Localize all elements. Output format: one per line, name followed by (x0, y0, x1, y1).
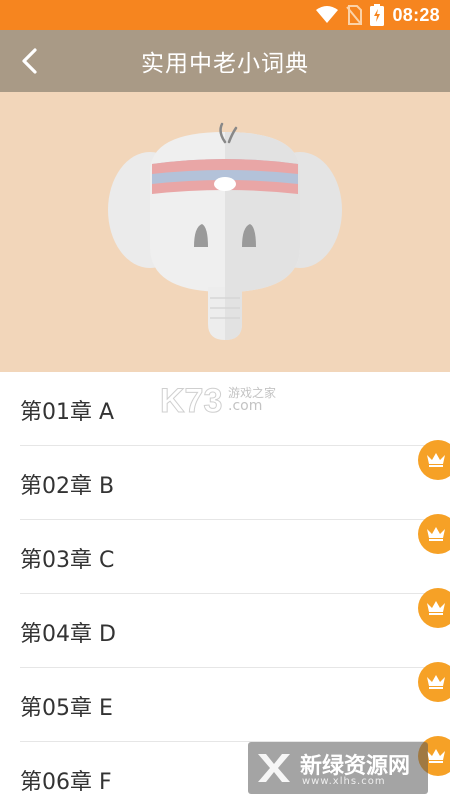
list-item[interactable]: 第02章 B (0, 446, 450, 520)
xinlv-watermark: 新绿资源网 www.xlhs.com (248, 742, 428, 794)
status-bar: 08:28 (0, 0, 450, 30)
k73-watermark: K73 (159, 382, 223, 421)
k73-watermark-domain: .com (228, 398, 263, 414)
list-item[interactable]: 第01章 A (0, 372, 450, 446)
chapter-label: 第01章 A (20, 400, 115, 425)
chapter-label: 第06章 F (20, 770, 112, 795)
premium-badge (418, 588, 450, 628)
no-sim-icon (346, 5, 363, 25)
crown-icon (427, 453, 445, 467)
elephant-mascot-icon (108, 122, 342, 340)
back-button[interactable] (12, 44, 46, 78)
crown-icon (427, 601, 445, 615)
premium-badge (418, 662, 450, 702)
chapter-label: 第05章 E (20, 696, 113, 721)
chapter-label: 第03章 C (20, 548, 115, 573)
chapter-label: 第02章 B (20, 474, 115, 499)
xinlv-watermark-url: www.xlhs.com (302, 776, 386, 787)
crown-icon (427, 527, 445, 541)
chapter-list: 第01章 A 第02章 B 第03章 C 第04章 D 第05章 E 第06章 … (0, 372, 450, 800)
wifi-icon (316, 6, 339, 23)
hero-banner (0, 92, 450, 372)
premium-badge (418, 440, 450, 480)
crown-icon (427, 675, 445, 689)
list-item[interactable]: 第05章 E (0, 668, 450, 742)
app-bar: 实用中老小词典 (0, 30, 450, 92)
chapter-label: 第04章 D (20, 622, 116, 647)
back-arrow-icon (22, 48, 37, 74)
xinlv-logo-icon (258, 754, 290, 782)
page-title: 实用中老小词典 (141, 51, 309, 77)
list-item[interactable]: 第03章 C (0, 520, 450, 594)
crown-icon (427, 749, 445, 763)
list-item[interactable]: 第04章 D (0, 594, 450, 668)
battery-charging-icon (370, 4, 385, 26)
premium-badge (418, 514, 450, 554)
status-time: 08:28 (392, 4, 440, 25)
